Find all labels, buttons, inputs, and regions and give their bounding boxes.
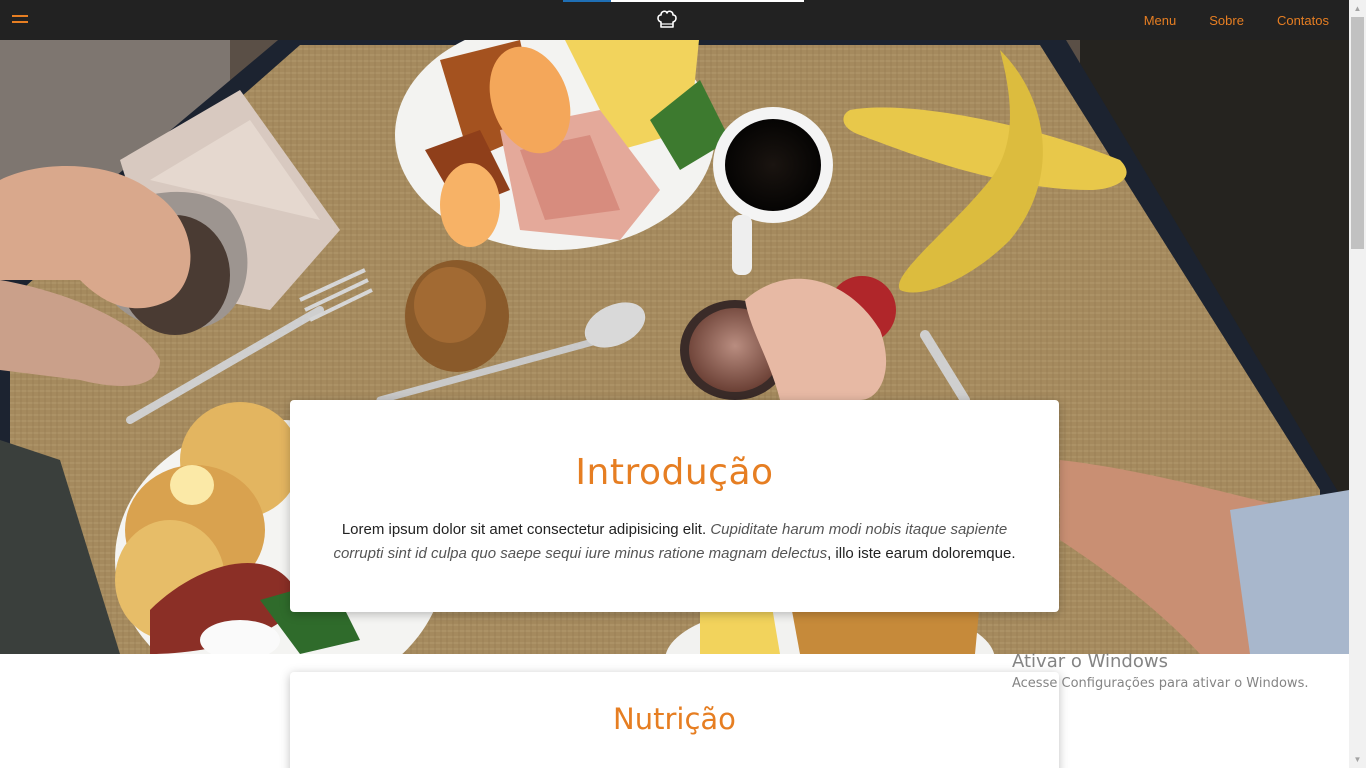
nav-link-sobre[interactable]: Sobre [1209, 13, 1244, 28]
nutrition-title: Nutrição [613, 702, 736, 736]
intro-card: Introdução Lorem ipsum dolor sit amet co… [290, 400, 1059, 612]
intro-text: Lorem ipsum dolor sit amet consectetur a… [320, 518, 1029, 566]
scroll-thumb[interactable] [1351, 17, 1364, 249]
watermark-title: Ativar o Windows [1012, 651, 1168, 672]
windows-activation-watermark: Ativar o Windows Acesse Configurações pa… [1012, 651, 1308, 691]
intro-title: Introdução [575, 452, 774, 493]
hamburger-icon[interactable] [12, 15, 28, 25]
page-scrollbar[interactable]: ▲ ▼ [1349, 0, 1366, 768]
intro-text-plain: Lorem ipsum dolor sit amet consectetur a… [341, 521, 711, 538]
nav-link-menu[interactable]: Menu [1144, 13, 1177, 28]
top-navbar: Menu Sobre Contatos [0, 0, 1349, 40]
nutrition-card: Nutrição [290, 672, 1059, 768]
loading-progress-track [563, 0, 804, 2]
intro-text-end: , illo iste earum doloremque. [827, 545, 1016, 562]
watermark-subtitle: Acesse Configurações para ativar o Windo… [1012, 676, 1309, 691]
scroll-up-icon[interactable]: ▲ [1349, 0, 1366, 17]
nav-link-contatos[interactable]: Contatos [1277, 13, 1329, 28]
nav-links: Menu Sobre Contatos [1111, 0, 1329, 40]
chef-hat-icon[interactable] [656, 9, 678, 31]
loading-progress-fill [563, 0, 611, 2]
scroll-down-icon[interactable]: ▼ [1349, 751, 1366, 768]
